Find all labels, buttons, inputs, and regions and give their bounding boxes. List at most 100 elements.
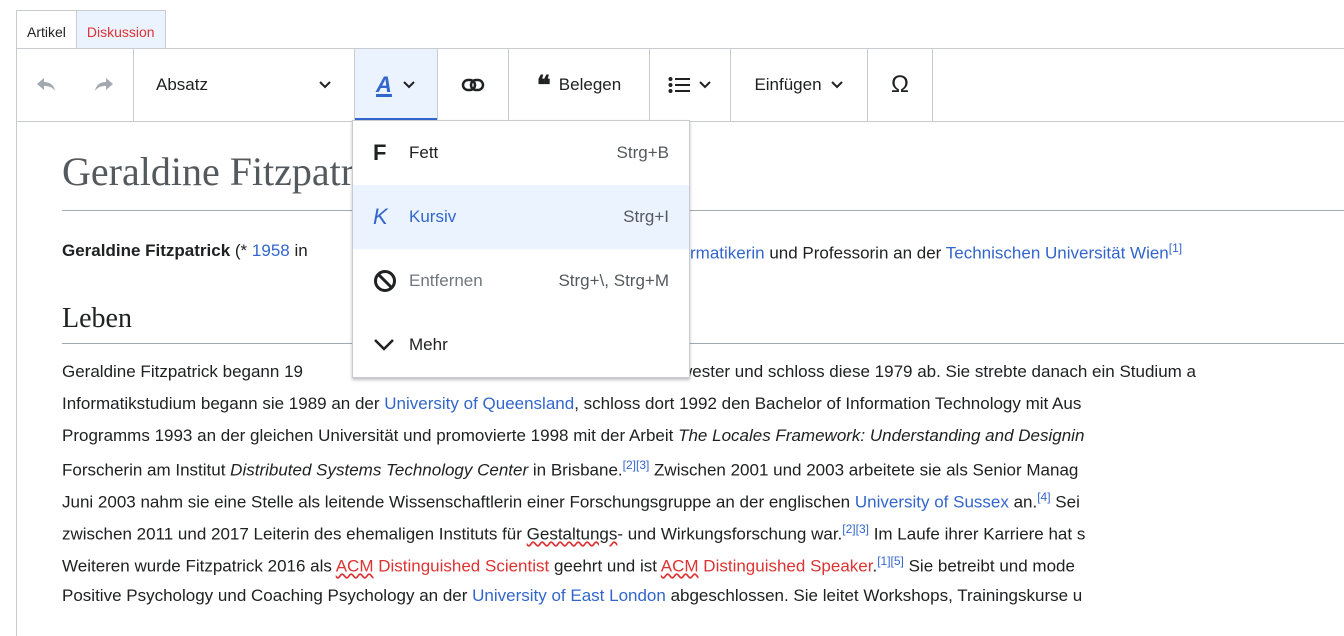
menu-item-shortcut: Strg+B <box>616 143 669 162</box>
text: - und Wirkungsforschung war. <box>617 524 843 544</box>
redlink-distinguished-speaker[interactable]: Distinguished Speaker <box>699 557 872 576</box>
quote-icon: ❝ <box>536 70 551 100</box>
cite-group: ❝ Belegen <box>509 49 650 121</box>
cancel-icon <box>373 269 409 293</box>
chevron-down-icon <box>403 81 415 89</box>
intro-text: in <box>289 241 308 260</box>
text: , schloss dort 1992 den Bachelor of Info… <box>574 394 1082 413</box>
menu-item-label: Entfernen <box>409 271 483 290</box>
insert-label: Einfügen <box>754 75 822 94</box>
omega-icon: Ω <box>891 71 909 98</box>
menu-item-shortcut: Strg+I <box>623 207 669 226</box>
menu-item-label: Fett <box>409 143 439 162</box>
paragraph-line[interactable]: Geraldine Fitzpatrick begann 19 <box>62 362 303 382</box>
italic-text: The Locales Framework: Understanding and… <box>678 426 1085 445</box>
intro-paragraph-right[interactable]: rmatikerin und Professorin an der Techni… <box>690 241 1182 264</box>
cite-label: Belegen <box>558 75 622 94</box>
undo-icon <box>37 78 55 91</box>
link-university-of-queensland[interactable]: University of Queensland <box>384 394 574 413</box>
link-group <box>438 49 509 121</box>
bold-icon: F <box>373 140 387 165</box>
page-tabs: Artikel Diskussion <box>16 10 166 49</box>
reference-marker[interactable]: [4] <box>1037 490 1050 504</box>
history-group <box>17 49 134 121</box>
section-divider <box>62 343 1344 344</box>
format-group: Absatz <box>134 49 355 121</box>
menu-item-bold[interactable]: F Fett Strg+B <box>353 121 689 185</box>
text: Weiteren wurde Fitzpatrick 2016 als <box>62 556 336 576</box>
reference-marker[interactable]: [1] <box>1169 241 1182 255</box>
reference-marker[interactable]: [2][3] <box>842 522 869 536</box>
chevron-down-icon <box>830 81 843 89</box>
paragraph-line[interactable]: Juni 2003 nahm sie eine Stelle als leite… <box>62 490 1080 513</box>
text-style-button[interactable]: A <box>355 49 437 121</box>
italic-icon: K <box>373 204 388 229</box>
paragraph-format-label: Absatz <box>156 75 208 94</box>
list-group <box>650 49 731 121</box>
text: Im Laufe ihrer Karriere hat s <box>868 524 1086 544</box>
special-character-button[interactable]: Ω <box>868 49 932 121</box>
intro-paragraph-left[interactable]: Geraldine Fitzpatrick (* 1958 in <box>62 241 308 261</box>
paragraph-format-dropdown[interactable]: Absatz <box>134 49 354 121</box>
reference-marker[interactable]: [2][3] <box>623 458 650 472</box>
menu-item-more[interactable]: Mehr <box>353 313 689 377</box>
paragraph-line[interactable]: Weiteren wurde Fitzpatrick 2016 als ACM … <box>62 554 1075 577</box>
paragraph-line[interactable]: zwischen 2011 und 2017 Leiterin des ehem… <box>62 522 1085 545</box>
reference-marker[interactable]: [1][5] <box>877 554 904 568</box>
text: Juni 2003 nahm sie eine Stelle als leite… <box>62 492 855 512</box>
chevron-down-icon <box>373 338 409 352</box>
text: zwischen 2011 und 2017 Leiterin des ehem… <box>62 524 527 544</box>
intro-text: (* <box>230 241 252 260</box>
special-char-group: Ω <box>868 49 933 121</box>
insert-dropdown[interactable]: Einfügen <box>731 49 867 121</box>
intro-text: und Professorin an der <box>764 243 946 263</box>
paragraph-line[interactable]: wester und schloss diese 1979 ab. Sie st… <box>680 362 1196 382</box>
text: Zwischen 2001 und 2003 arbeitete sie als… <box>649 460 1079 480</box>
redlink-acm[interactable]: ACM <box>336 557 374 576</box>
misspelled-word[interactable]: Gestaltungs <box>527 525 618 544</box>
paragraph-line[interactable]: Informatikstudium begann sie 1989 an der… <box>62 394 1081 414</box>
link-university-of-sussex[interactable]: University of Sussex <box>855 493 1009 512</box>
chevron-down-icon <box>699 81 711 89</box>
redo-button[interactable] <box>75 49 133 121</box>
menu-item-remove-formatting[interactable]: Entfernen Strg+\, Strg+M <box>353 249 689 313</box>
tab-diskussion[interactable]: Diskussion <box>75 10 166 49</box>
link-university-of-east-london[interactable]: University of East London <box>472 586 666 605</box>
insert-group: Einfügen <box>731 49 868 121</box>
section-heading[interactable]: Leben <box>62 303 132 335</box>
menu-item-italic[interactable]: K Kursiv Strg+I <box>353 185 689 249</box>
text: Sei <box>1050 492 1080 512</box>
text-style-menu: F Fett Strg+B K Kursiv Strg+I Entfernen … <box>352 120 690 378</box>
link-tu-wien[interactable]: Technischen Universität Wien <box>946 244 1169 263</box>
chevron-down-icon <box>319 81 331 89</box>
text: Forscherin am Institut <box>62 460 231 480</box>
link-icon <box>461 78 485 92</box>
menu-item-label: Mehr <box>409 335 448 354</box>
bullet-list-icon <box>668 77 690 93</box>
content-border <box>16 121 17 636</box>
text: in Brisbane. <box>528 460 623 480</box>
paragraph-line[interactable]: Programms 1993 an der gleichen Universit… <box>62 426 1084 446</box>
text: Sie betreibt und mode <box>903 556 1075 576</box>
link-year[interactable]: 1958 <box>252 241 290 260</box>
paragraph-line[interactable]: Forscherin am Institut Distributed Syste… <box>62 458 1078 481</box>
redlink-acm[interactable]: ACM <box>661 557 699 576</box>
intro-bold-name: Geraldine Fitzpatrick <box>62 241 231 260</box>
cite-button[interactable]: ❝ Belegen <box>509 49 649 121</box>
paragraph-line[interactable]: Positive Psychology und Coaching Psychol… <box>62 586 1082 606</box>
redlink-distinguished-scientist[interactable]: Distinguished Scientist <box>373 557 549 576</box>
text: Positive Psychology und Coaching Psychol… <box>62 586 473 605</box>
redo-icon <box>95 78 113 91</box>
menu-item-shortcut: Strg+\, Strg+M <box>558 271 669 290</box>
text: geehrt und ist <box>549 556 661 576</box>
text: an. <box>1008 492 1038 512</box>
undo-button[interactable] <box>17 49 75 121</box>
link-button[interactable] <box>438 49 508 121</box>
title-divider <box>62 210 1344 211</box>
text-style-icon: A <box>376 72 392 97</box>
editor-toolbar: Absatz A ❝ Belegen Einfügen Ω <box>16 48 1344 122</box>
text: Informatikstudium begann sie 1989 an der <box>62 394 385 413</box>
tab-artikel[interactable]: Artikel <box>16 10 76 49</box>
link-informatikerin[interactable]: rmatikerin <box>690 244 765 263</box>
list-button[interactable] <box>650 49 730 121</box>
